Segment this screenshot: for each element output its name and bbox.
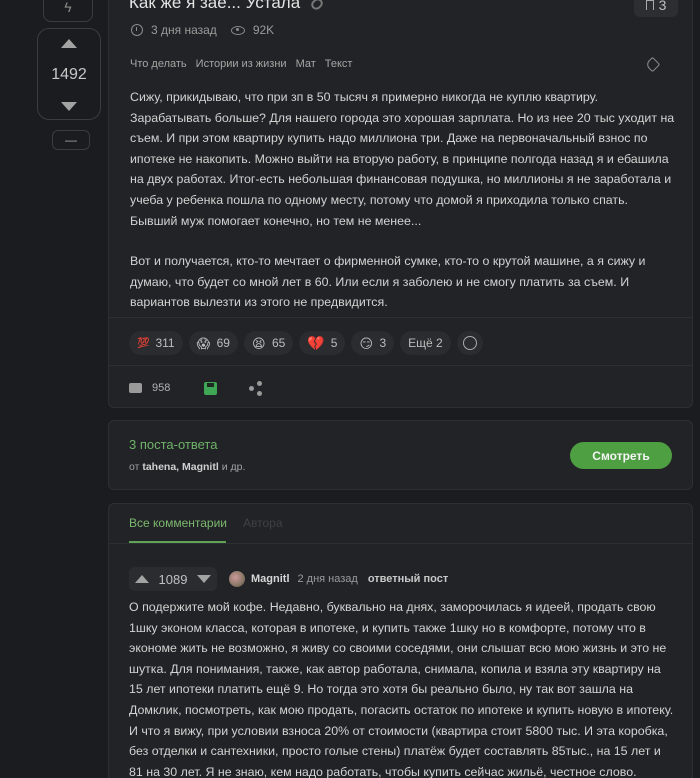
tab-all-comments[interactable]: Все комментарии [129, 516, 227, 530]
reaction-count: 69 [216, 336, 230, 350]
avatar[interactable] [229, 571, 245, 587]
hundred-icon: 💯 [137, 337, 150, 349]
tag-list: Что делать Истории из жизни Мат Текст [130, 58, 352, 70]
post-time: 3 дня назад [151, 23, 217, 37]
divider [109, 317, 692, 318]
tag[interactable]: Мат [296, 58, 316, 70]
post-actions: 958 [129, 381, 263, 396]
reaction-count: 3 [379, 336, 387, 350]
more-reactions-button[interactable]: Ещё 2 [400, 331, 451, 355]
reaction-100[interactable]: 💯 311 [129, 331, 183, 355]
post-views: 92K [252, 23, 275, 37]
comments-section: Все комментарии Автора 1089 Magnitl 2 дн… [108, 503, 693, 778]
reaction-smirk[interactable]: 😏 3 [351, 331, 395, 355]
authors-prefix: от [129, 461, 140, 473]
reaction-shock[interactable]: 😱 69 [188, 331, 238, 355]
comment-score: 1089 [158, 571, 188, 587]
authors-list[interactable]: tahena, Magnitl [142, 461, 218, 473]
post-card: Как же я зае... Устала 3 3 дня назад 92K… [108, 0, 693, 408]
upvote-icon[interactable] [135, 575, 149, 583]
reactions-bar: 💯 311 😱 69 😫 65 💔 5 😏 3 Ещё 2 [129, 331, 483, 355]
saves-button[interactable]: 3 [634, 0, 678, 17]
link-icon[interactable] [309, 0, 325, 12]
boost-button[interactable]: ϟ [43, 0, 93, 22]
tag[interactable]: Что делать [130, 58, 187, 70]
comment-time[interactable]: 2 дня назад [298, 573, 358, 585]
post-body: Сижу, прикидываю, что при зп в 50 тысяч … [130, 87, 678, 313]
add-reaction-button[interactable] [456, 331, 483, 355]
collapse-button[interactable]: — [52, 130, 90, 150]
post-paragraph: Вот и получается, кто-то мечтает о фирме… [130, 254, 646, 310]
tag[interactable]: Истории из жизни [196, 58, 287, 70]
reaction-tired[interactable]: 😫 65 [243, 331, 294, 355]
post-title[interactable]: Как же я зае... Устала [129, 0, 300, 13]
shocked-face-icon: 😱 [196, 336, 211, 351]
post-meta: 3 дня назад 92K [131, 23, 274, 37]
post-score: 1492 [51, 66, 87, 83]
reaction-count: 311 [155, 336, 175, 350]
reply-posts-authors: от tahena, Magnitl и др. [129, 461, 245, 473]
smirk-face-icon: 😏 [359, 336, 373, 351]
reply-posts-card: 3 поста-ответа от tahena, Magnitl и др. … [108, 420, 693, 490]
comment-author[interactable]: Magnitl [251, 573, 290, 585]
save-icon[interactable] [204, 381, 218, 395]
smile-plus-icon [462, 336, 477, 350]
reaction-broken-heart[interactable]: 💔 5 [299, 331, 346, 355]
reply-posts-title[interactable]: 3 поста-ответа [129, 437, 217, 452]
reply-post-badge[interactable]: ответный пост [368, 573, 448, 585]
downvote-icon[interactable] [61, 102, 77, 111]
broken-heart-icon: 💔 [307, 334, 325, 351]
reaction-count: 65 [271, 336, 286, 350]
divider [109, 365, 692, 366]
tab-author[interactable]: Автора [243, 516, 283, 530]
tag-icon[interactable] [644, 56, 661, 73]
tag[interactable]: Текст [325, 58, 353, 70]
share-icon[interactable] [249, 381, 263, 396]
bookmark-icon [645, 0, 654, 10]
comment-header: Magnitl 2 дня назад ответный пост [229, 571, 448, 587]
view-replies-button[interactable]: Смотреть [570, 442, 672, 469]
saves-count: 3 [658, 0, 667, 13]
upvote-icon[interactable] [61, 39, 77, 48]
comment-text: О подержите мой кофе. Недавно, буквально… [129, 600, 674, 778]
comment-icon[interactable] [129, 383, 142, 393]
clock-icon [131, 24, 143, 36]
authors-suffix: и др. [221, 461, 246, 473]
lightning-icon: ϟ [64, 0, 72, 15]
eye-icon [230, 25, 245, 35]
comments-count[interactable]: 958 [152, 382, 170, 394]
post-paragraph: Сижу, прикидываю, что при зп в 50 тысяч … [130, 90, 675, 228]
post-vote-box: 1492 [37, 28, 101, 120]
tired-face-icon: 😫 [251, 336, 266, 351]
downvote-icon[interactable] [196, 575, 211, 583]
divider [109, 543, 692, 544]
comment-vote: 1089 [129, 567, 217, 591]
reaction-count: 5 [330, 336, 338, 350]
